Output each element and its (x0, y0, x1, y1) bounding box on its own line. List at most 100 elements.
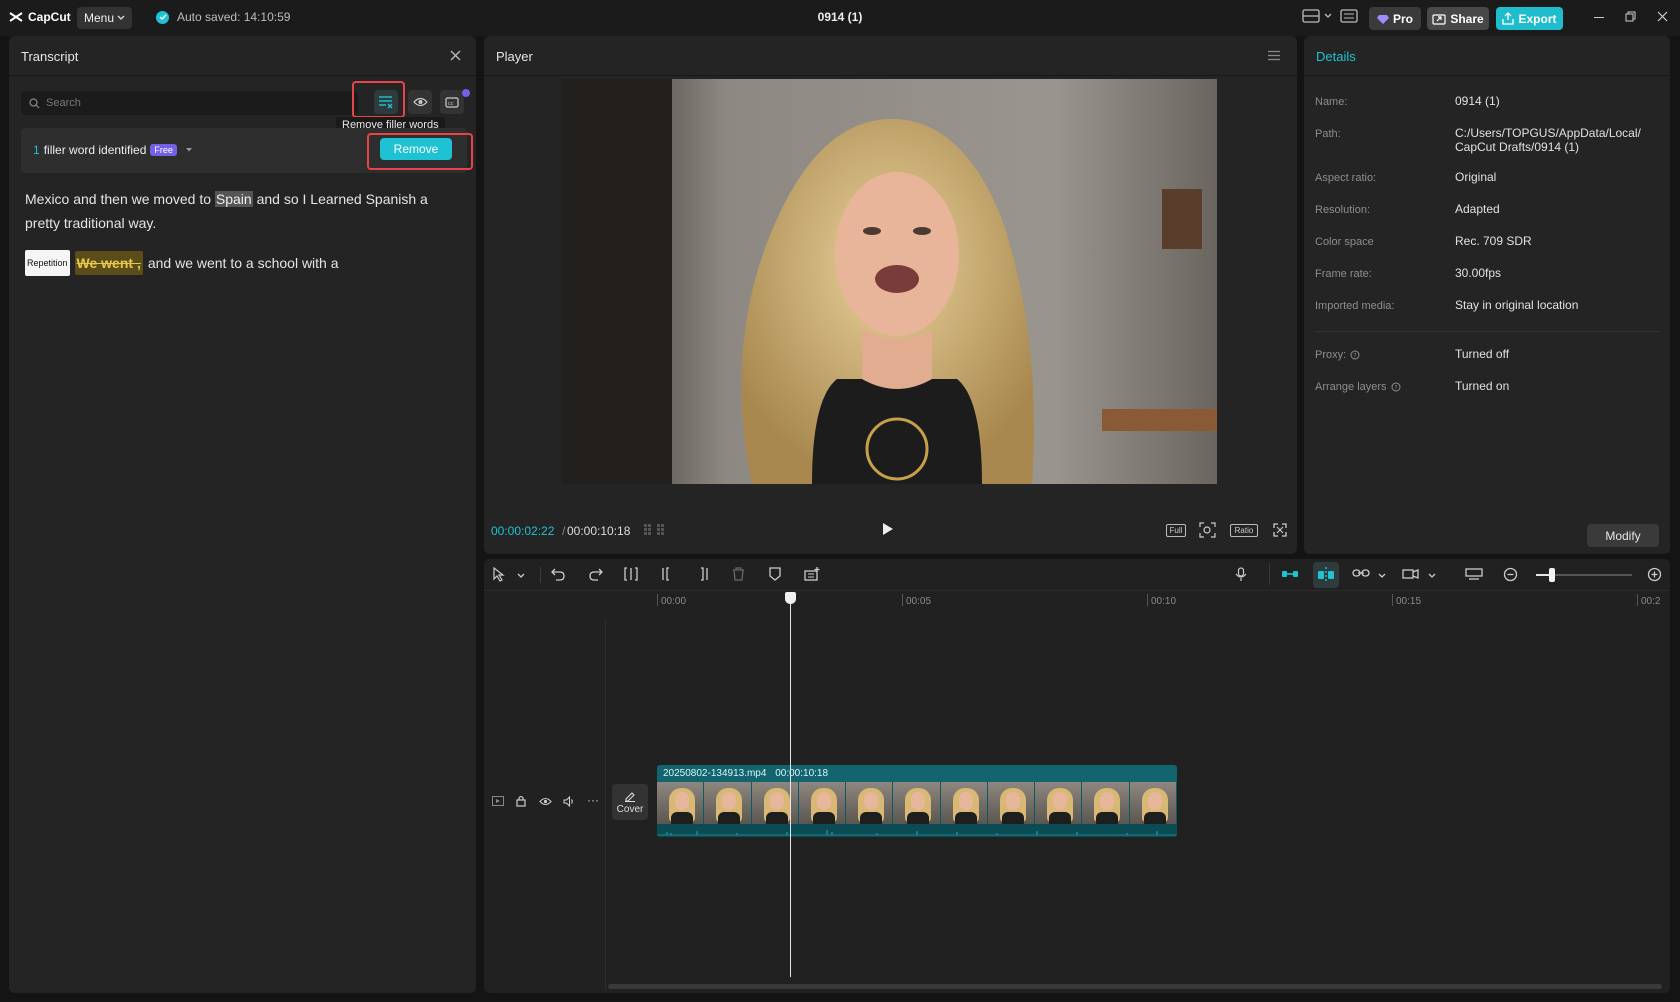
video-clip[interactable]: 20250802-134913.mp4 00:00:10:18 (657, 765, 1177, 837)
undo-icon[interactable] (551, 567, 566, 581)
microphone-icon[interactable] (1235, 567, 1247, 582)
filler-dropdown-icon[interactable] (185, 147, 193, 153)
volume-icon[interactable] (563, 796, 575, 807)
main-track-magnet-icon[interactable] (1281, 567, 1299, 581)
auto-snap-toggle[interactable] (1313, 562, 1339, 588)
timecode-separator: / (562, 524, 566, 538)
new-badge-dot (462, 89, 470, 97)
full-quality-button[interactable]: Full (1166, 524, 1186, 537)
info-icon[interactable]: ? (1391, 382, 1401, 392)
share-button[interactable]: Share (1427, 7, 1489, 30)
menu-button[interactable]: Menu (77, 7, 132, 29)
menu-label: Menu (83, 11, 115, 25)
close-window-icon[interactable] (1657, 11, 1668, 22)
audio-waveform-graphic (657, 830, 1177, 836)
modify-button[interactable]: Modify (1587, 524, 1659, 547)
select-tool-chevron-icon[interactable] (517, 573, 525, 579)
lock-icon[interactable] (516, 795, 526, 807)
play-button[interactable] (882, 522, 894, 536)
title-bar: CapCut Menu Auto saved: 14:10:59 0914 (1… (0, 0, 1680, 36)
capcut-logo-icon (9, 12, 23, 22)
fit-timeline-icon[interactable] (1465, 567, 1483, 581)
export-label: Export (1518, 11, 1557, 26)
clip-duration: 00:00:10:18 (775, 768, 829, 779)
split-icon[interactable] (624, 567, 638, 581)
clip-thumbnail (657, 782, 705, 824)
filler-summary: 1 filler word identified Free (33, 143, 193, 157)
detail-label-aspect: Aspect ratio: (1315, 172, 1377, 184)
waveform-toggle-icon[interactable] (643, 523, 665, 537)
transcript-panel: Transcript (9, 36, 476, 993)
pro-button[interactable]: Pro (1369, 7, 1421, 30)
marker-icon[interactable] (769, 567, 781, 581)
player-title: Player (496, 49, 533, 64)
info-icon[interactable]: ? (1350, 350, 1360, 360)
timeline-horizontal-scrollbar[interactable] (608, 984, 1662, 989)
svg-text:cc: cc (448, 101, 454, 107)
filler-count: 1 (33, 143, 40, 157)
remove-filler-button[interactable]: Remove (380, 138, 452, 160)
transcript-paragraph-2[interactable]: Repetition We went , and we went to a sc… (25, 250, 339, 276)
layout-chevron-icon[interactable] (1324, 13, 1332, 19)
add-clip-icon[interactable] (804, 567, 820, 581)
current-timecode: 00:00:02:22 (491, 524, 555, 538)
ruler-label: 00:2 (1641, 596, 1661, 607)
clip-header: 20250802-134913.mp4 00:00:10:18 (657, 765, 1177, 782)
play-icon (883, 523, 893, 535)
zoom-slider-handle[interactable] (1549, 568, 1555, 582)
delete-right-icon[interactable] (696, 567, 710, 581)
check-icon (156, 10, 169, 24)
remove-filler-words-button[interactable] (374, 90, 398, 114)
cover-button[interactable]: Cover (612, 784, 648, 820)
layout-icon[interactable] (1302, 9, 1320, 23)
preview-axis-icon[interactable] (1402, 567, 1420, 581)
detail-label-arrange-wrap: Arrange layers ? (1315, 381, 1401, 393)
more-options-icon[interactable]: ··· (587, 794, 599, 806)
export-button[interactable]: Export (1496, 7, 1563, 30)
close-icon[interactable] (450, 50, 461, 61)
clip-thumbnails (657, 782, 1177, 824)
preview-axis-chevron-icon[interactable] (1428, 573, 1436, 579)
caption-button[interactable]: cc (440, 90, 464, 114)
fullscreen-icon[interactable] (1273, 523, 1287, 537)
toolbar-divider (1269, 563, 1270, 585)
transcript-search-input[interactable]: Search (21, 91, 358, 115)
ruler-label: 00:15 (1396, 596, 1422, 607)
track-visibility-icon[interactable] (539, 797, 552, 806)
diamond-icon (1376, 14, 1389, 24)
zoom-out-icon[interactable] (1503, 567, 1518, 582)
autosave-status: Auto saved: 14:10:59 (156, 10, 290, 24)
details-tab[interactable]: Details (1316, 49, 1356, 64)
toolbar-divider (540, 567, 541, 583)
detail-value-colorspace: Rec. 709 SDR (1455, 234, 1532, 248)
restore-icon[interactable] (1625, 11, 1636, 22)
select-tool-icon[interactable] (492, 567, 506, 582)
export-icon (1502, 12, 1515, 25)
keyboard-icon[interactable] (1340, 9, 1358, 23)
minimize-icon[interactable] (1594, 17, 1604, 18)
zoom-preview-icon[interactable] (1199, 522, 1216, 538)
detail-value-aspect: Original (1455, 170, 1497, 184)
clip-thumbnail (846, 782, 894, 824)
player-header: Player (484, 36, 1297, 76)
zoom-in-icon[interactable] (1647, 567, 1662, 582)
remove-filler-icon (379, 96, 393, 109)
trash-icon[interactable] (732, 567, 745, 581)
highlighted-word[interactable]: Spain (214, 191, 253, 207)
delete-left-icon[interactable] (660, 567, 674, 581)
autosave-text: Auto saved: 14:10:59 (177, 10, 291, 24)
player-menu-icon[interactable] (1267, 50, 1281, 61)
transcript-paragraph-1[interactable]: Mexico and then we moved to Spain and so… (25, 187, 455, 235)
redo-icon[interactable] (588, 567, 603, 581)
eye-toggle-button[interactable] (408, 90, 432, 114)
link-icon[interactable] (1352, 567, 1370, 579)
playhead-line[interactable] (790, 594, 791, 977)
repeated-words[interactable]: We went , (74, 251, 143, 275)
ratio-button[interactable]: Ratio (1230, 524, 1258, 537)
video-frame-image (562, 79, 1217, 484)
link-chevron-icon[interactable] (1378, 573, 1386, 579)
video-preview[interactable] (562, 79, 1217, 484)
logo-text: CapCut (28, 10, 71, 24)
playhead-handle[interactable] (785, 592, 796, 604)
paragraph-text: Mexico and then we moved to (25, 191, 215, 207)
